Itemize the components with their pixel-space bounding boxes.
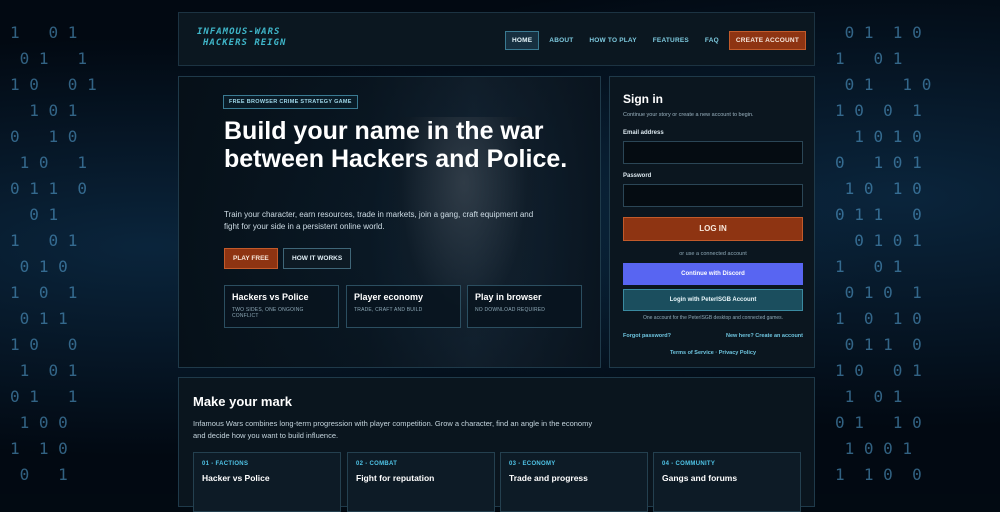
or-divider-text: or use a connected account	[679, 251, 747, 257]
feature-card: Hackers vs Police TWO SIDES, ONE ONGOING…	[224, 285, 339, 328]
hero-lead: Train your character, earn resources, tr…	[224, 210, 534, 231]
legal-links[interactable]: Terms of Service · Privacy Policy	[610, 350, 816, 356]
binary-digits-left: 1 0 1 0 1 1 1 0 0 1 1 0 1 0 1 0 1 0 1 0 …	[10, 23, 97, 484]
info-card: 02 - COMBAT Fight for reputation	[347, 452, 495, 512]
info-card: 03 - ECONOMY Trade and progress	[500, 452, 648, 512]
card-title: Trade and progress	[509, 473, 588, 483]
section-title: Make your mark	[193, 394, 292, 409]
card-kicker: 01 - FACTIONS	[202, 461, 249, 467]
password-label: Password	[623, 173, 652, 179]
card-title: Hacker vs Police	[202, 473, 270, 483]
account-note: One account for the PeterISGB desktop an…	[642, 315, 784, 321]
password-field[interactable]	[623, 184, 803, 207]
card-kicker: 03 - ECONOMY	[509, 461, 556, 467]
nav-features[interactable]: FEATURES	[647, 32, 695, 49]
hero-section: FREE BROWSER CRIME STRATEGY GAME Build y…	[178, 76, 601, 368]
nav-about[interactable]: ABOUT	[543, 32, 579, 49]
play-free-button[interactable]: PLAY FREE	[224, 248, 278, 269]
feature-sub: TWO SIDES, ONE ONGOING CONFLICT	[232, 307, 304, 319]
create-account-link[interactable]: New here? Create an account	[726, 333, 803, 339]
card-title: Gangs and forums	[662, 473, 738, 483]
info-card: 01 - FACTIONS Hacker vs Police	[193, 452, 341, 512]
hero-badge: FREE BROWSER CRIME STRATEGY GAME	[223, 95, 358, 109]
signin-links: Forgot password? New here? Create an acc…	[623, 333, 803, 339]
feature-title: Play in browser	[475, 292, 542, 302]
site-logo[interactable]: INFAMOUS-WARS HACKERS REIGN	[197, 27, 286, 49]
nav-how-to-play[interactable]: HOW TO PLAY	[583, 32, 642, 49]
feature-title: Hackers vs Police	[232, 292, 309, 302]
card-kicker: 04 - COMMUNITY	[662, 461, 716, 467]
forgot-password-link[interactable]: Forgot password?	[623, 333, 671, 339]
feature-card: Play in browser NO DOWNLOAD REQUIRED	[467, 285, 582, 328]
feature-card: Player economy TRADE, CRAFT AND BUILD	[346, 285, 461, 328]
hero-title: Build your name in the war between Hacke…	[224, 117, 568, 173]
card-title: Fight for reputation	[356, 473, 435, 483]
signin-subtitle: Continue your story or create a new acco…	[623, 112, 754, 118]
peterisgb-login-button[interactable]: Login with PeterISGB Account	[623, 289, 803, 311]
make-your-mark-section: Make your mark Infamous Wars combines lo…	[178, 377, 815, 512]
email-label: Email address	[623, 130, 664, 136]
top-navbar: INFAMOUS-WARS HACKERS REIGN HOME ABOUT H…	[178, 12, 815, 66]
feature-sub: TRADE, CRAFT AND BUILD	[354, 307, 423, 313]
signin-title: Sign in	[623, 92, 663, 106]
login-button[interactable]: LOG IN	[623, 217, 803, 241]
discord-login-button[interactable]: Continue with Discord	[623, 263, 803, 285]
binary-digits-right: 0 1 1 0 1 0 1 0 1 1 0 1 0 0 1 1 0 1 0 0 …	[835, 23, 932, 484]
main-nav: HOME ABOUT HOW TO PLAY FEATURES FAQ CREA…	[504, 31, 806, 50]
create-account-button[interactable]: CREATE ACCOUNT	[728, 31, 806, 50]
signin-panel: Sign in Continue your story or create a …	[609, 76, 815, 368]
info-card: 04 - COMMUNITY Gangs and forums	[653, 452, 801, 512]
how-it-works-button[interactable]: HOW IT WORKS	[283, 248, 352, 269]
nav-faq[interactable]: FAQ	[699, 32, 725, 49]
feature-title: Player economy	[354, 292, 424, 302]
email-field[interactable]	[623, 141, 803, 164]
card-kicker: 02 - COMBAT	[356, 461, 398, 467]
nav-home[interactable]: HOME	[504, 31, 540, 50]
feature-sub: NO DOWNLOAD REQUIRED	[475, 307, 546, 313]
section-text: Infamous Wars combines long-term progres…	[193, 419, 593, 440]
